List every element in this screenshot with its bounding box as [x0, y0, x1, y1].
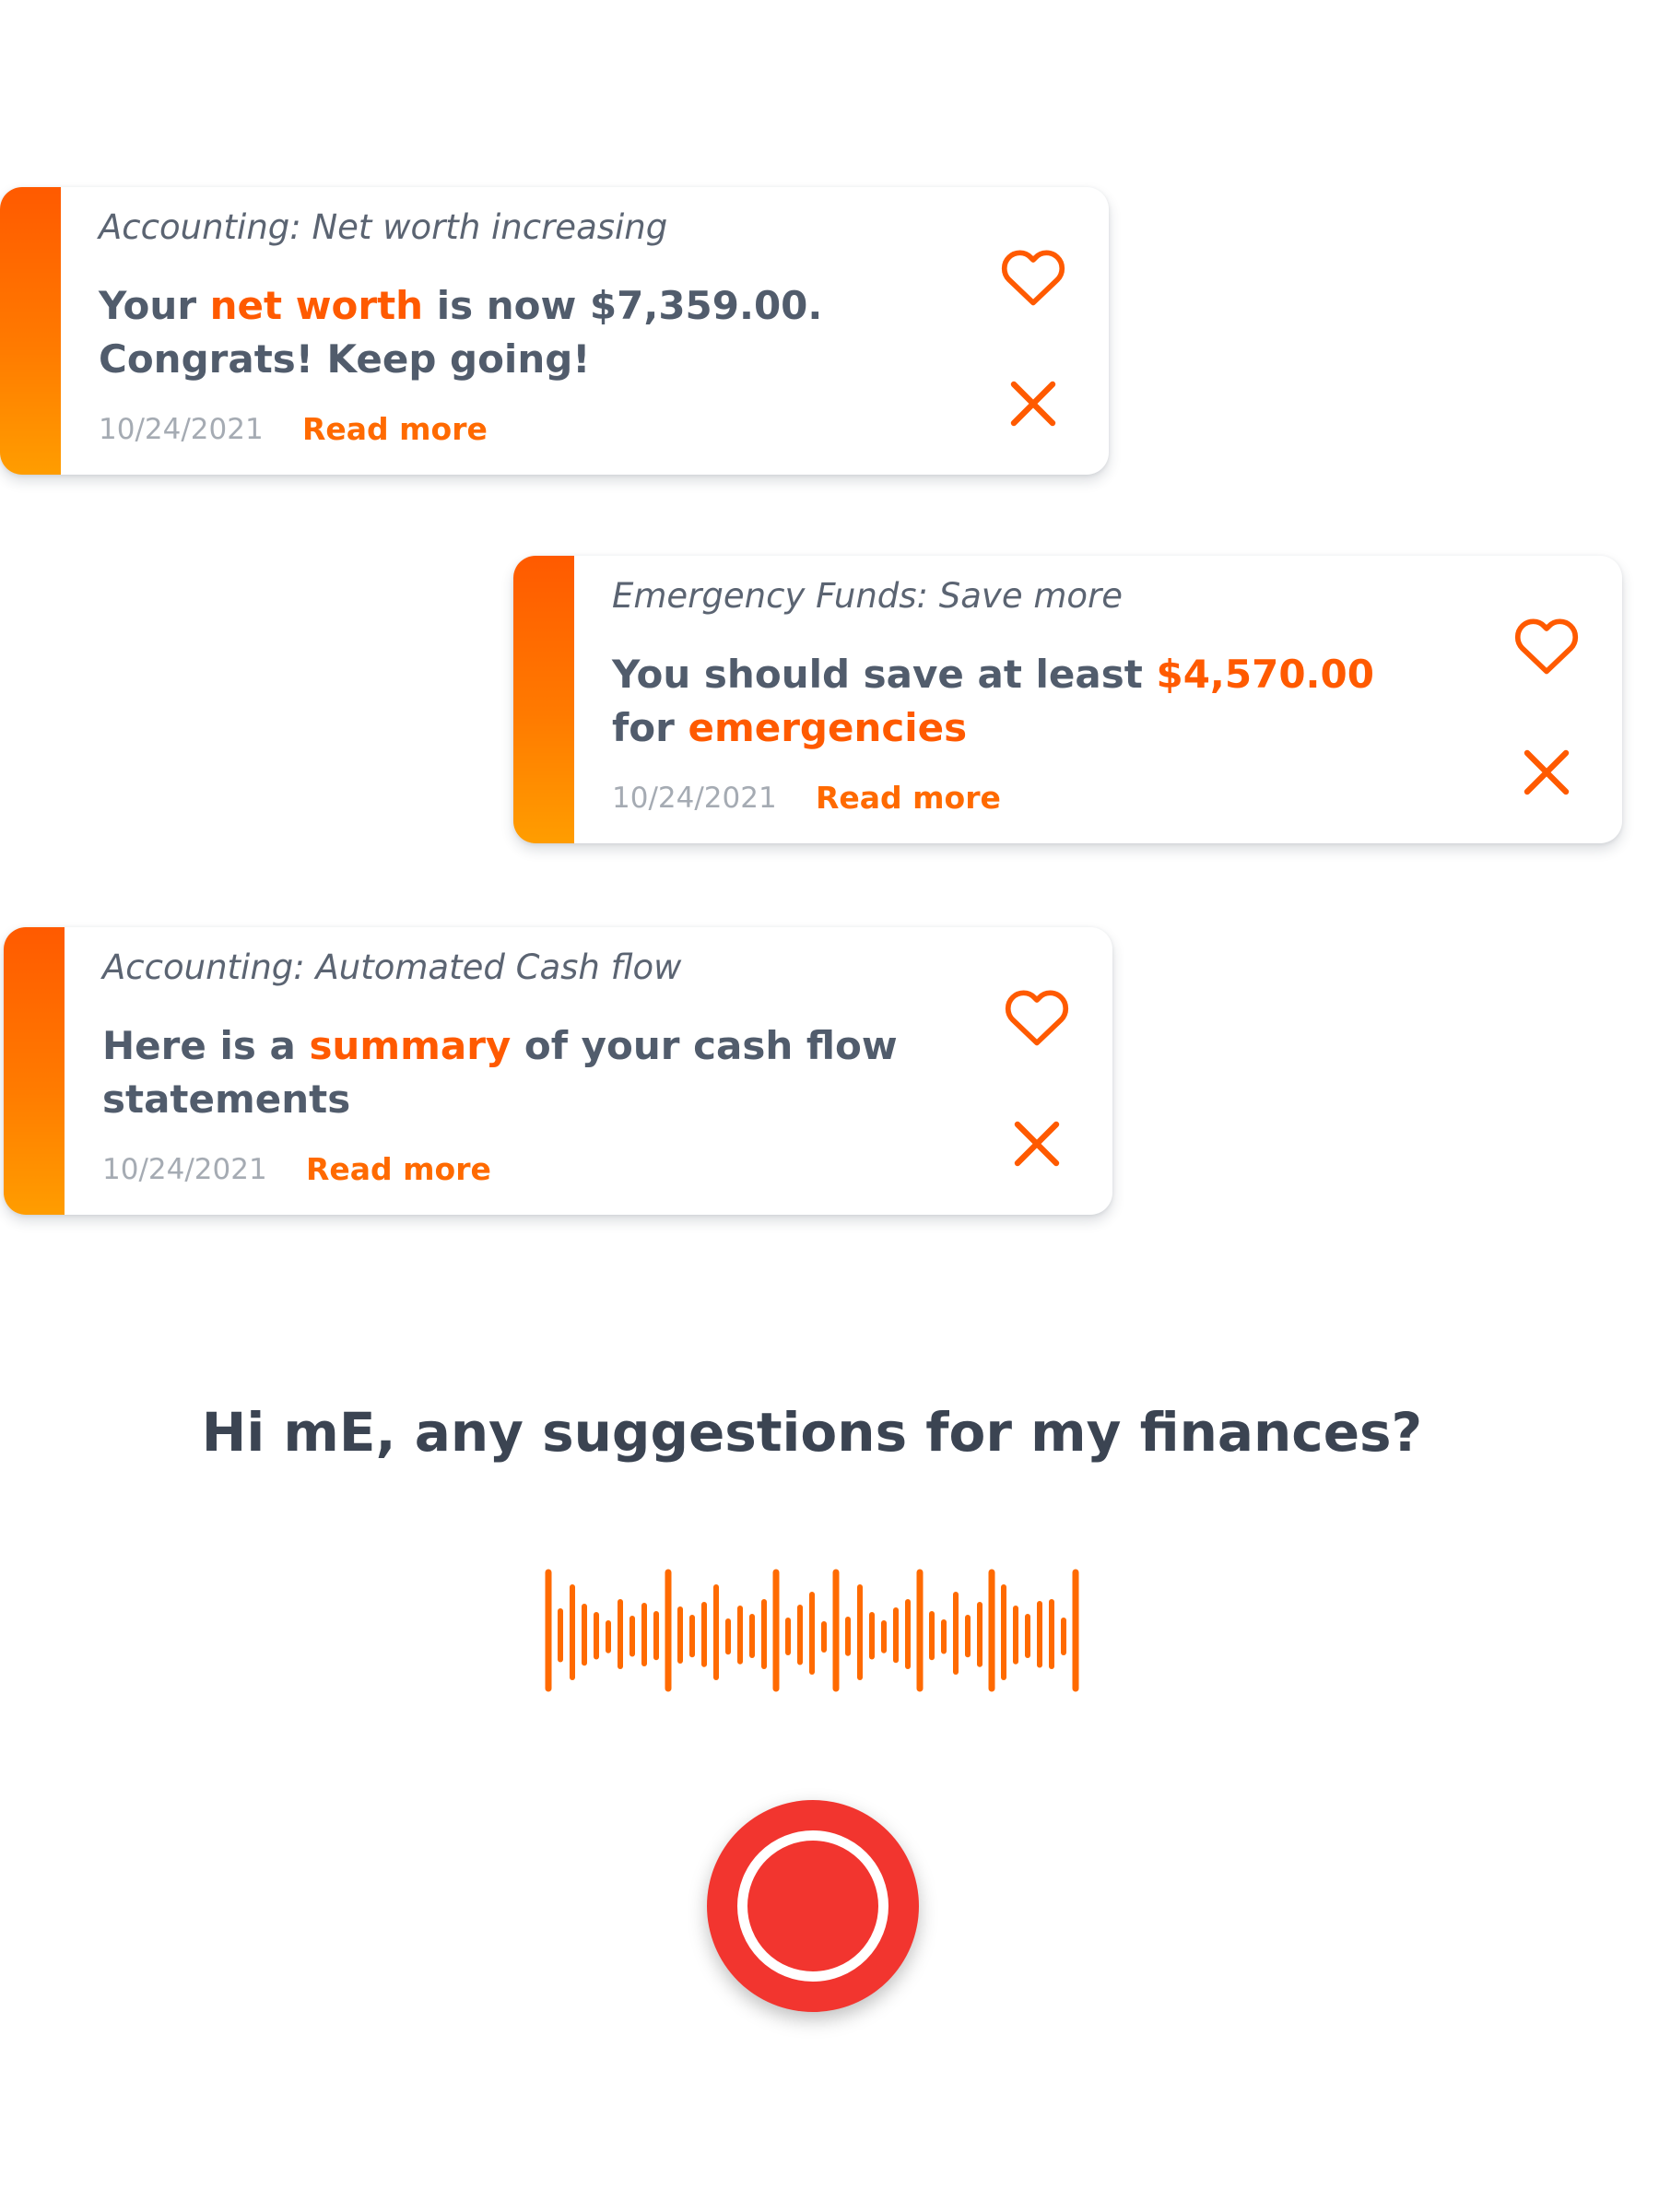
close-icon[interactable] [996, 367, 1070, 441]
heart-outline-icon-svg [1005, 990, 1069, 1046]
close-icon-svg [1010, 381, 1056, 427]
card-accent-bar [4, 927, 65, 1215]
card-message: Your net worth is now $7,359.00. Congrat… [99, 279, 910, 386]
record-button[interactable] [707, 1800, 919, 2012]
message-text: Your [99, 283, 210, 328]
audio-waveform-icon [373, 1569, 1258, 1692]
message-text: for [612, 705, 688, 750]
highlighted-text: emergencies [688, 705, 968, 750]
message-text: Here is a [102, 1023, 310, 1068]
card-accent-bar [0, 187, 61, 475]
close-icon[interactable] [1000, 1107, 1074, 1181]
card-date: 10/24/2021 [102, 1153, 267, 1186]
notification-card[interactable]: Accounting: Automated Cash flow Here is … [4, 927, 1112, 1215]
close-icon-svg [1524, 749, 1570, 795]
voice-prompt-text: Hi mE, any suggestions for my finances? [201, 1401, 1423, 1464]
heart-outline-icon-svg [1514, 618, 1579, 675]
waveform-bars [545, 1569, 1079, 1692]
read-more-link[interactable]: Read more [306, 1151, 491, 1187]
heart-outline-icon[interactable] [1000, 980, 1074, 1053]
read-more-link[interactable]: Read more [302, 411, 488, 447]
highlighted-text: summary [309, 1023, 512, 1068]
read-more-link[interactable]: Read more [816, 780, 1001, 816]
message-text: You should save at least [612, 652, 1157, 697]
card-category: Emergency Funds: Save more [612, 576, 1124, 616]
card-category: Accounting: Net worth increasing [99, 207, 668, 247]
card-date: 10/24/2021 [99, 413, 264, 446]
card-message: You should save at least $4,570.00 for e… [612, 648, 1423, 755]
heart-outline-icon[interactable] [996, 240, 1070, 313]
highlighted-text: net worth [209, 283, 424, 328]
card-message: Here is a summary of your cash flow stat… [102, 1019, 913, 1126]
record-button-icon [737, 1830, 888, 1982]
card-category: Accounting: Automated Cash flow [102, 947, 682, 987]
heart-outline-icon[interactable] [1510, 608, 1583, 682]
close-icon[interactable] [1510, 735, 1583, 809]
notification-card[interactable]: Emergency Funds: Save more You should sa… [513, 556, 1622, 843]
highlighted-text: $4,570.00 [1156, 652, 1374, 697]
notification-card[interactable]: Accounting: Net worth increasing Your ne… [0, 187, 1109, 475]
card-date: 10/24/2021 [612, 782, 777, 815]
card-accent-bar [513, 556, 574, 843]
heart-outline-icon-svg [1001, 250, 1065, 306]
close-icon-svg [1014, 1121, 1060, 1167]
